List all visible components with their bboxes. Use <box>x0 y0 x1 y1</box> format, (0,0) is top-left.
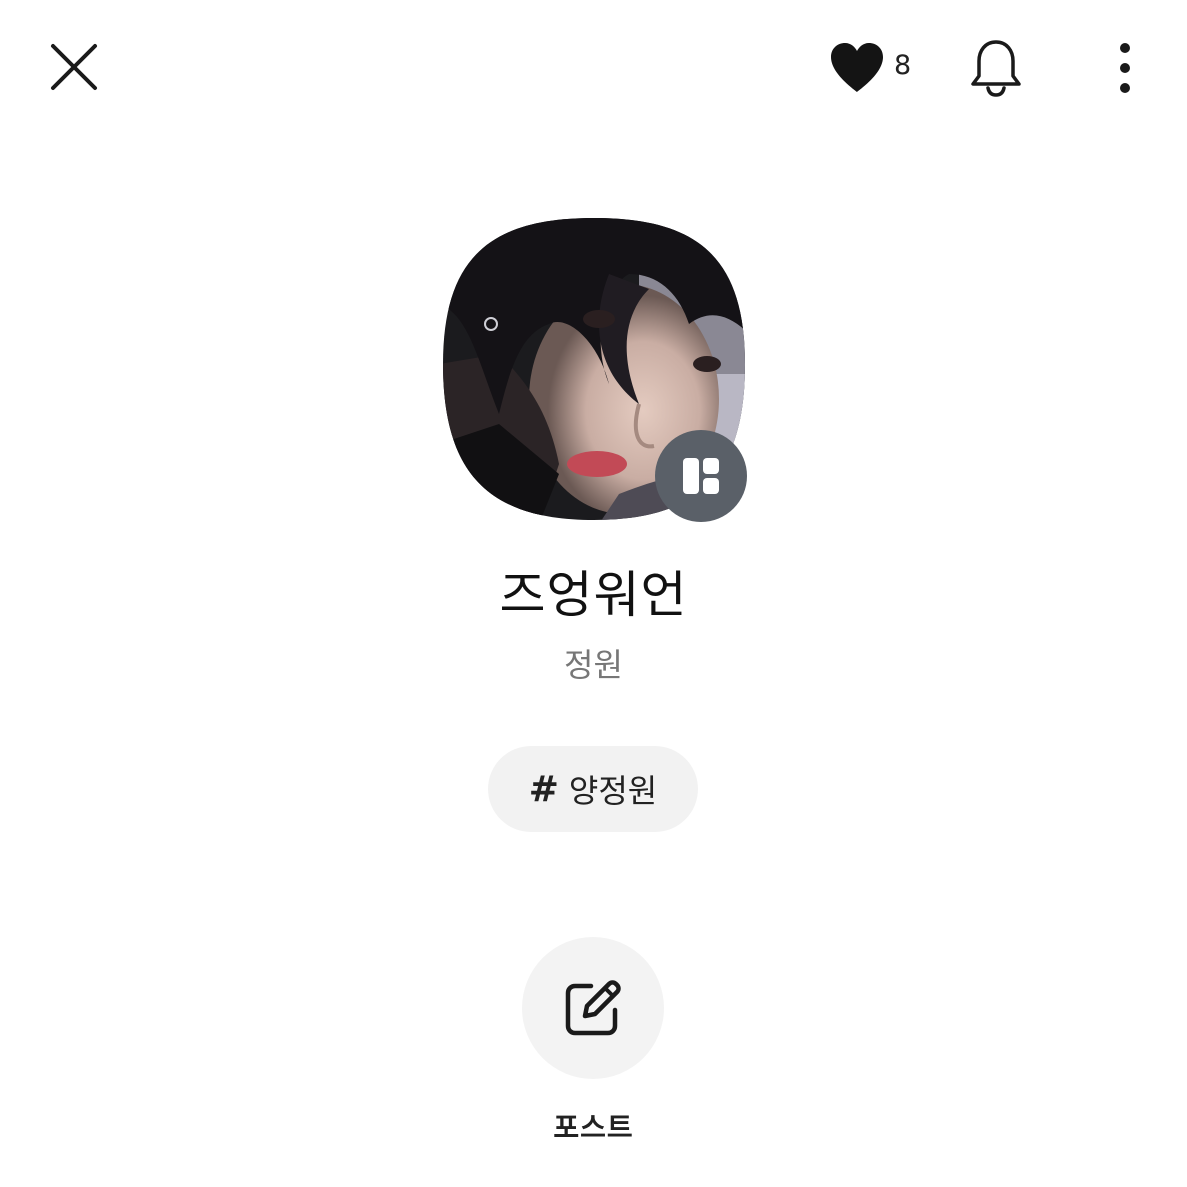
close-button[interactable] <box>40 35 108 103</box>
heart-icon <box>831 43 883 92</box>
post-label: 포스트 <box>553 1111 634 1144</box>
profile-page: 8 즈엉워언 정원 # 양정원 포스트 <box>0 0 1187 1187</box>
more-options-button[interactable] <box>1100 34 1150 102</box>
more-vertical-icon <box>1120 43 1130 93</box>
profile-name: 즈엉워언 <box>499 566 688 624</box>
hashtag-chip[interactable]: # 양정원 <box>488 746 698 832</box>
avatar-badge-button[interactable] <box>655 430 747 522</box>
layout-icon <box>683 458 719 494</box>
hashtag-icon: # <box>528 768 559 810</box>
profile-subtitle: 정원 <box>564 646 623 684</box>
hashtag-label: 양정원 <box>568 772 658 810</box>
notification-button[interactable] <box>962 34 1030 102</box>
like-button[interactable]: 8 <box>826 40 911 96</box>
post-button[interactable] <box>522 937 664 1079</box>
close-icon <box>51 44 97 90</box>
edit-icon <box>565 980 621 1036</box>
top-bar: 8 <box>0 0 1187 140</box>
bell-icon <box>971 40 1021 97</box>
like-count: 8 <box>894 49 912 81</box>
